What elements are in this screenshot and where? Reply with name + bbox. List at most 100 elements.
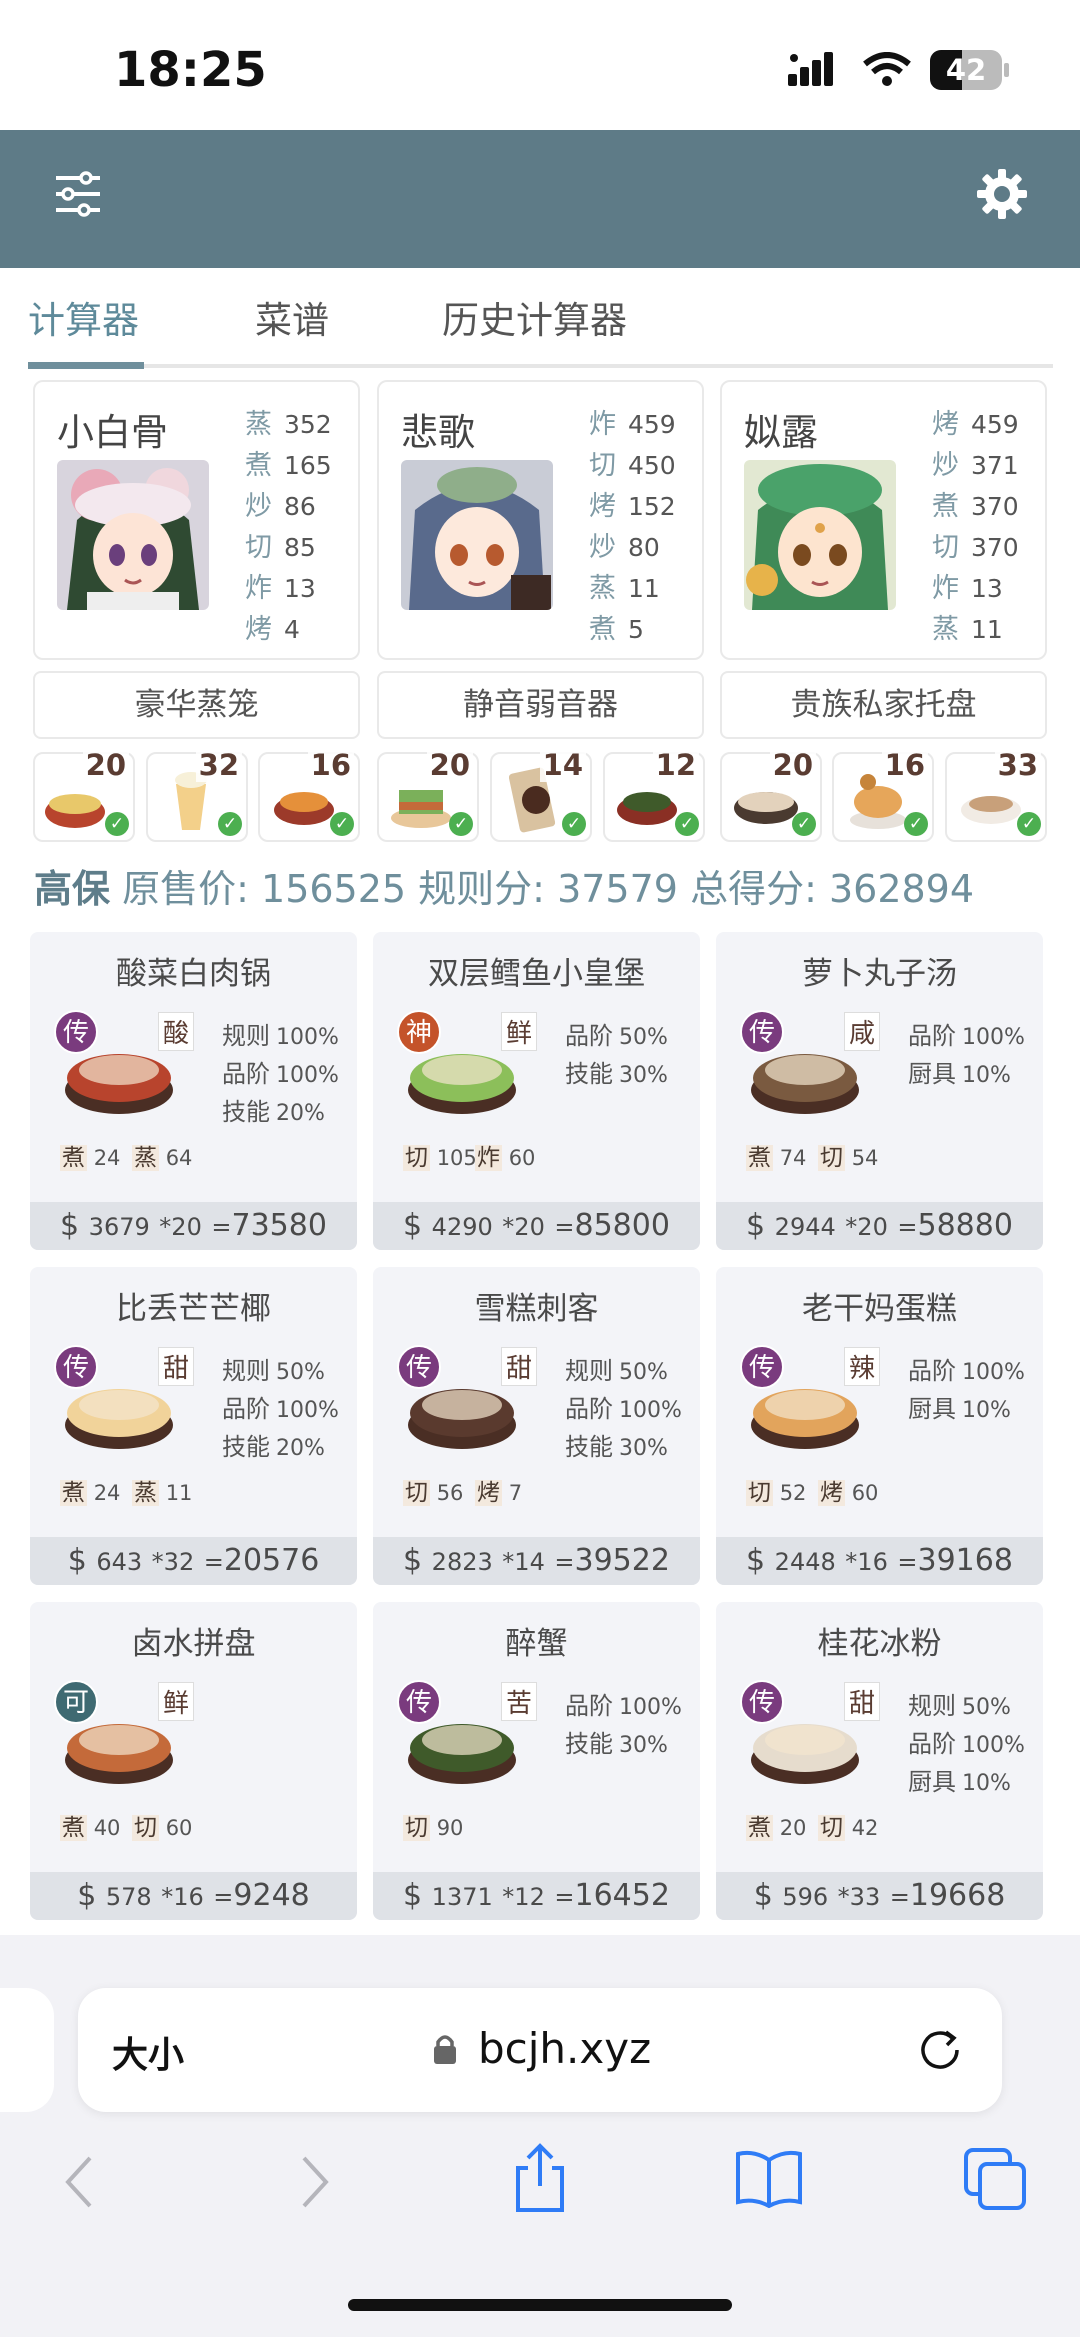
check-icon: ✓ [218, 812, 242, 836]
recipe-card[interactable]: 比丢芒芒椰 传 甜规则 50% 品阶 100% 技能 20% 煮 24 蒸 11 $ 643 *3… [30, 1267, 357, 1585]
bonus-row: 品阶 100% [222, 1395, 339, 1423]
dish-slot[interactable]: 16 ✓ [832, 748, 934, 842]
equip-slot-1[interactable]: 豪华蒸笼 [33, 671, 360, 739]
bonus-row: 规则 50% [565, 1357, 668, 1385]
tab-recipes[interactable]: 菜谱 [255, 290, 329, 344]
chef-stat: 蒸 11 [589, 573, 660, 604]
dish-count: 20 [426, 748, 473, 782]
app-header [0, 130, 1080, 268]
chef-avatar [401, 460, 553, 610]
rarity-badge: 传 [54, 1345, 98, 1389]
flavor-tag: 酸 [158, 1012, 195, 1051]
dish-count: 20 [769, 748, 816, 782]
battery-level: 42 [945, 53, 987, 87]
rarity-badge: 传 [397, 1345, 441, 1389]
chef-stat: 切 85 [245, 532, 316, 563]
recipe-card[interactable]: 醉蟹 传 苦品阶 100% 技能 30% 切 90 $ 1371 *12 =16452 [373, 1602, 700, 1920]
flavor-tag: 鲜 [158, 1682, 195, 1721]
recipe-name: 比丢芒芒椰 [116, 1291, 271, 1327]
wifi-icon [863, 52, 911, 86]
bonus-row: 品阶 100% [908, 1730, 1025, 1758]
bonus-row: 厨具 10% [908, 1395, 1011, 1423]
dish-count: 16 [881, 748, 928, 782]
back-icon[interactable] [60, 2154, 100, 2210]
chef-name: 悲歌 [401, 411, 475, 454]
dish-slot[interactable]: 12 ✓ [603, 748, 705, 842]
bonus-row: 厨具 10% [908, 1060, 1011, 1088]
gear-icon[interactable] [976, 168, 1028, 220]
dish-slot[interactable]: 33 ✓ [945, 748, 1047, 842]
address-bar[interactable]: 大小 bcjh.xyz [78, 1988, 1002, 2112]
chef-stat: 切 450 [589, 450, 676, 481]
equip-slot-2[interactable]: 静音弱音器 [377, 671, 704, 739]
chef-stat: 炒 80 [589, 532, 660, 563]
price-bar: $ 596 *33 =19668 [716, 1872, 1043, 1920]
recipe-card[interactable]: 酸菜白肉锅 传 酸规则 100% 品阶 100% 技能 20% 煮 24 蒸 64 $ 3679 … [30, 932, 357, 1250]
chef-stat: 烤 152 [589, 491, 676, 522]
chef-stat: 炒 86 [245, 491, 316, 522]
bonus-row: 规则 50% [908, 1692, 1011, 1720]
share-icon[interactable] [508, 2142, 572, 2214]
chef-name: 姒露 [744, 411, 818, 454]
bonus-row: 技能 30% [565, 1730, 668, 1758]
dish-count: 14 [539, 748, 586, 782]
tabs-icon[interactable] [962, 2146, 1028, 2212]
skill-requirement: 蒸 64 [132, 1145, 193, 1171]
rarity-badge: 传 [54, 1010, 98, 1054]
skill-requirement: 煮 24 [60, 1145, 121, 1171]
price-bar: $ 643 *32 =20576 [30, 1537, 357, 1585]
chef-card-2[interactable]: 悲歌 炸 459 切 450 烤 152 炒 80 蒸 11 煮5 [377, 380, 704, 660]
reload-icon[interactable] [916, 2026, 964, 2074]
equip-slot-3[interactable]: 贵族私家托盘 [720, 671, 1047, 739]
forward-icon[interactable] [294, 2154, 334, 2210]
dish-slot[interactable]: 14 ✓ [490, 748, 592, 842]
bonus-row: 技能 20% [222, 1433, 325, 1461]
dish-count: 20 [82, 748, 129, 782]
recipe-card[interactable]: 双层鳕鱼小皇堡 神 鲜品阶 50% 技能 30% 切 105 炸 60 $ 4290 *20 … [373, 932, 700, 1250]
recipe-card[interactable]: 雪糕刺客 传 甜规则 50% 品阶 100% 技能 30% 切 56 烤 7 $ 2823 *14… [373, 1267, 700, 1585]
chef-stat: 蒸 11 [932, 614, 1003, 645]
skill-requirement: 切 90 [403, 1815, 464, 1841]
chef-stat: 切 370 [932, 532, 1019, 563]
check-icon: ✓ [562, 812, 586, 836]
score-summary: 高保 原售价: 156525 规则分: 37579 总得分: 362894 [34, 867, 975, 911]
recipe-card[interactable]: 卤水拼盘 可 鲜煮 40 切 60 $ 578 *16 =9248 [30, 1602, 357, 1920]
chef-card-1[interactable]: 小白骨 蒸 352 煮 165 炒 86 切 85 炸 13 烤4 [33, 380, 360, 660]
price-bar: $ 2823 *14 =39522 [373, 1537, 700, 1585]
dish-count: 33 [994, 748, 1041, 782]
tab-bar: 计算器 菜谱 历史计算器 [28, 290, 1053, 374]
price-bar: $ 4290 *20 =85800 [373, 1202, 700, 1250]
skill-requirement: 煮 20 [746, 1815, 807, 1841]
dish-slot[interactable]: 20 ✓ [377, 748, 479, 842]
skill-requirement: 炸 60 [475, 1145, 536, 1171]
check-icon: ✓ [449, 812, 473, 836]
flavor-tag: 甜 [158, 1347, 195, 1386]
rarity-badge: 传 [740, 1010, 784, 1054]
bonus-row: 品阶 100% [908, 1022, 1025, 1050]
recipe-card[interactable]: 桂花冰粉 传 甜规则 50% 品阶 100% 厨具 10% 煮 20 切 42 $ 596 *33… [716, 1602, 1043, 1920]
check-icon: ✓ [1017, 812, 1041, 836]
tab-history-calculator[interactable]: 历史计算器 [442, 290, 627, 344]
dish-count: 16 [307, 748, 354, 782]
bookmarks-icon[interactable] [734, 2148, 804, 2208]
dish-slot[interactable]: 20 ✓ [720, 748, 822, 842]
recipe-name: 醉蟹 [505, 1626, 568, 1662]
sliders-icon[interactable] [54, 170, 102, 218]
dish-slot[interactable]: 32 ✓ [146, 748, 248, 842]
price-bar: $ 578 *16 =9248 [30, 1872, 357, 1920]
flavor-tag: 辣 [844, 1347, 881, 1386]
flavor-tag: 鲜 [501, 1012, 538, 1051]
tab-calculator[interactable]: 计算器 [28, 290, 139, 344]
recipe-card[interactable]: 萝卜丸子汤 传 咸品阶 100% 厨具 10% 煮 74 切 54 $ 2944 *20 =5… [716, 932, 1043, 1250]
dish-slot[interactable]: 16 ✓ [258, 748, 360, 842]
text-size-button[interactable]: 大小 [112, 2026, 184, 2078]
recipe-card[interactable]: 老干妈蛋糕 传 辣品阶 100% 厨具 10% 切 52 烤 60 $ 2448 *16 =3… [716, 1267, 1043, 1585]
chef-avatar [57, 460, 209, 610]
check-icon: ✓ [675, 812, 699, 836]
chef-card-3[interactable]: 姒露 烤 459 炒 371 煮 370 切 370 炸 13 蒸 11 [720, 380, 1047, 660]
skill-requirement: 烤 60 [818, 1480, 879, 1506]
price-bar: $ 2448 *16 =39168 [716, 1537, 1043, 1585]
dish-slot[interactable]: 20 ✓ [33, 748, 135, 842]
skill-requirement: 切 54 [818, 1145, 879, 1171]
previous-tab-card[interactable] [0, 1988, 54, 2112]
